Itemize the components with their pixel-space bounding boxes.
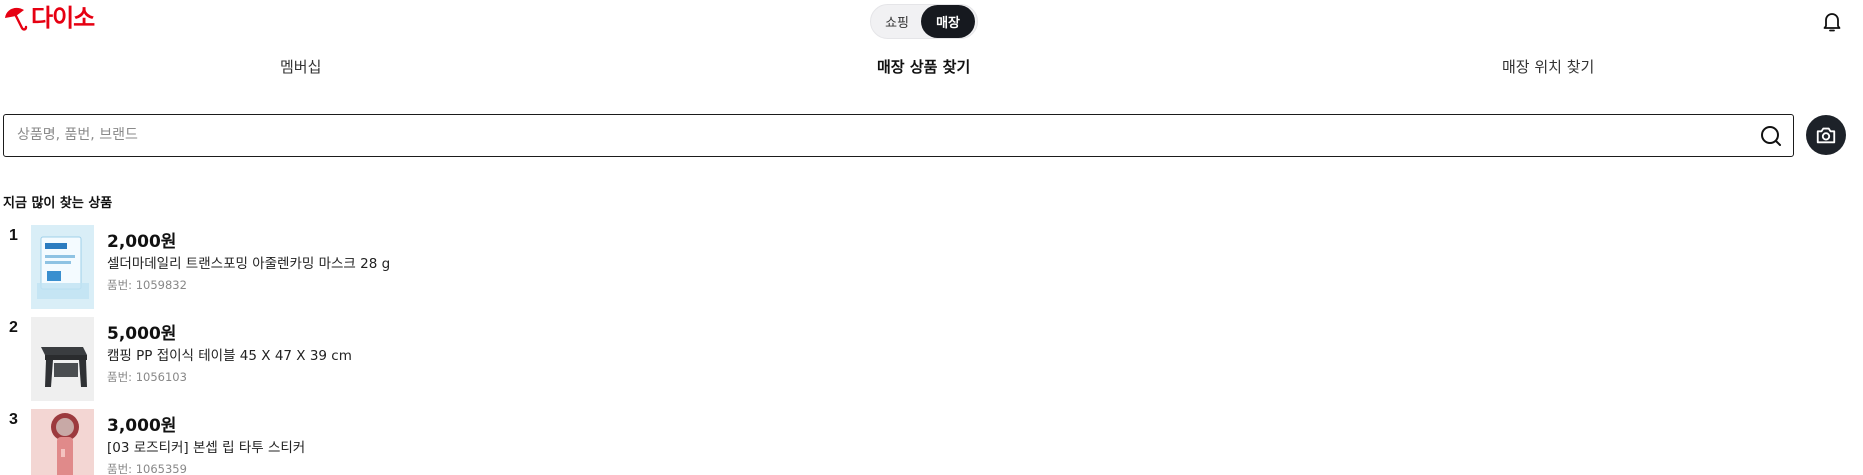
bell-icon[interactable]: [1820, 9, 1844, 33]
tab-find-store-products[interactable]: 매장 상품 찾기: [877, 56, 970, 77]
toggle-shopping[interactable]: 쇼핑: [873, 5, 921, 38]
daiso-logo[interactable]: 다이소: [2, 4, 95, 32]
product-rank: 2: [9, 319, 18, 336]
product-price: 3,000원: [107, 416, 177, 436]
product-item[interactable]: 3 3,000원 [03 로즈티커] 본셉 립 타투 스티커 품번: 10653…: [0, 409, 800, 475]
product-thumbnail[interactable]: [31, 225, 94, 309]
umbrella-logo-icon: [5, 7, 28, 31]
toggle-store[interactable]: 매장: [921, 5, 975, 38]
product-thumbnail[interactable]: [31, 409, 94, 475]
product-item[interactable]: 2 5,000원 캠핑 PP 접이식 테이블 45 X 47 X 39 cm 품…: [0, 317, 800, 403]
product-price: 5,000원: [107, 324, 177, 344]
header: 다이소 쇼핑 매장: [0, 0, 1863, 42]
product-item[interactable]: 1 2,000원 셀더마데일리 트랜스포밍 아줄렌카밍 마스크 28 g 품번:…: [0, 225, 800, 311]
product-code: 품번: 1056103: [107, 370, 187, 384]
section-title: 지금 많이 찾는 상품: [3, 196, 113, 211]
mask-pack-image: [31, 225, 94, 309]
search-icon[interactable]: [1759, 124, 1783, 148]
logo-text: 다이소: [31, 4, 95, 32]
product-rank: 3: [9, 411, 18, 428]
tab-membership[interactable]: 멤버십: [280, 56, 321, 77]
camera-search-button[interactable]: [1806, 115, 1846, 155]
product-thumbnail[interactable]: [31, 317, 94, 401]
product-code: 품번: 1065359: [107, 462, 187, 475]
search-box: [3, 114, 1794, 157]
shopping-store-toggle[interactable]: 쇼핑 매장: [870, 4, 978, 39]
product-name[interactable]: 캠핑 PP 접이식 테이블 45 X 47 X 39 cm: [107, 344, 352, 364]
product-code: 품번: 1059832: [107, 278, 187, 292]
product-price: 2,000원: [107, 232, 177, 252]
folding-table-image: [31, 317, 94, 401]
camera-icon: [1816, 127, 1836, 144]
product-name[interactable]: [03 로즈티커] 본셉 립 타투 스티커: [107, 436, 305, 456]
search-input[interactable]: [4, 115, 1744, 155]
lip-tattoo-image: [31, 409, 94, 475]
product-rank: 1: [9, 227, 18, 244]
tab-find-store-location[interactable]: 매장 위치 찾기: [1502, 56, 1594, 77]
product-name[interactable]: 셀더마데일리 트랜스포밍 아줄렌카밍 마스크 28 g: [107, 252, 390, 272]
sub-tabs: 멤버십 매장 상품 찾기 매장 위치 찾기: [0, 56, 1863, 92]
